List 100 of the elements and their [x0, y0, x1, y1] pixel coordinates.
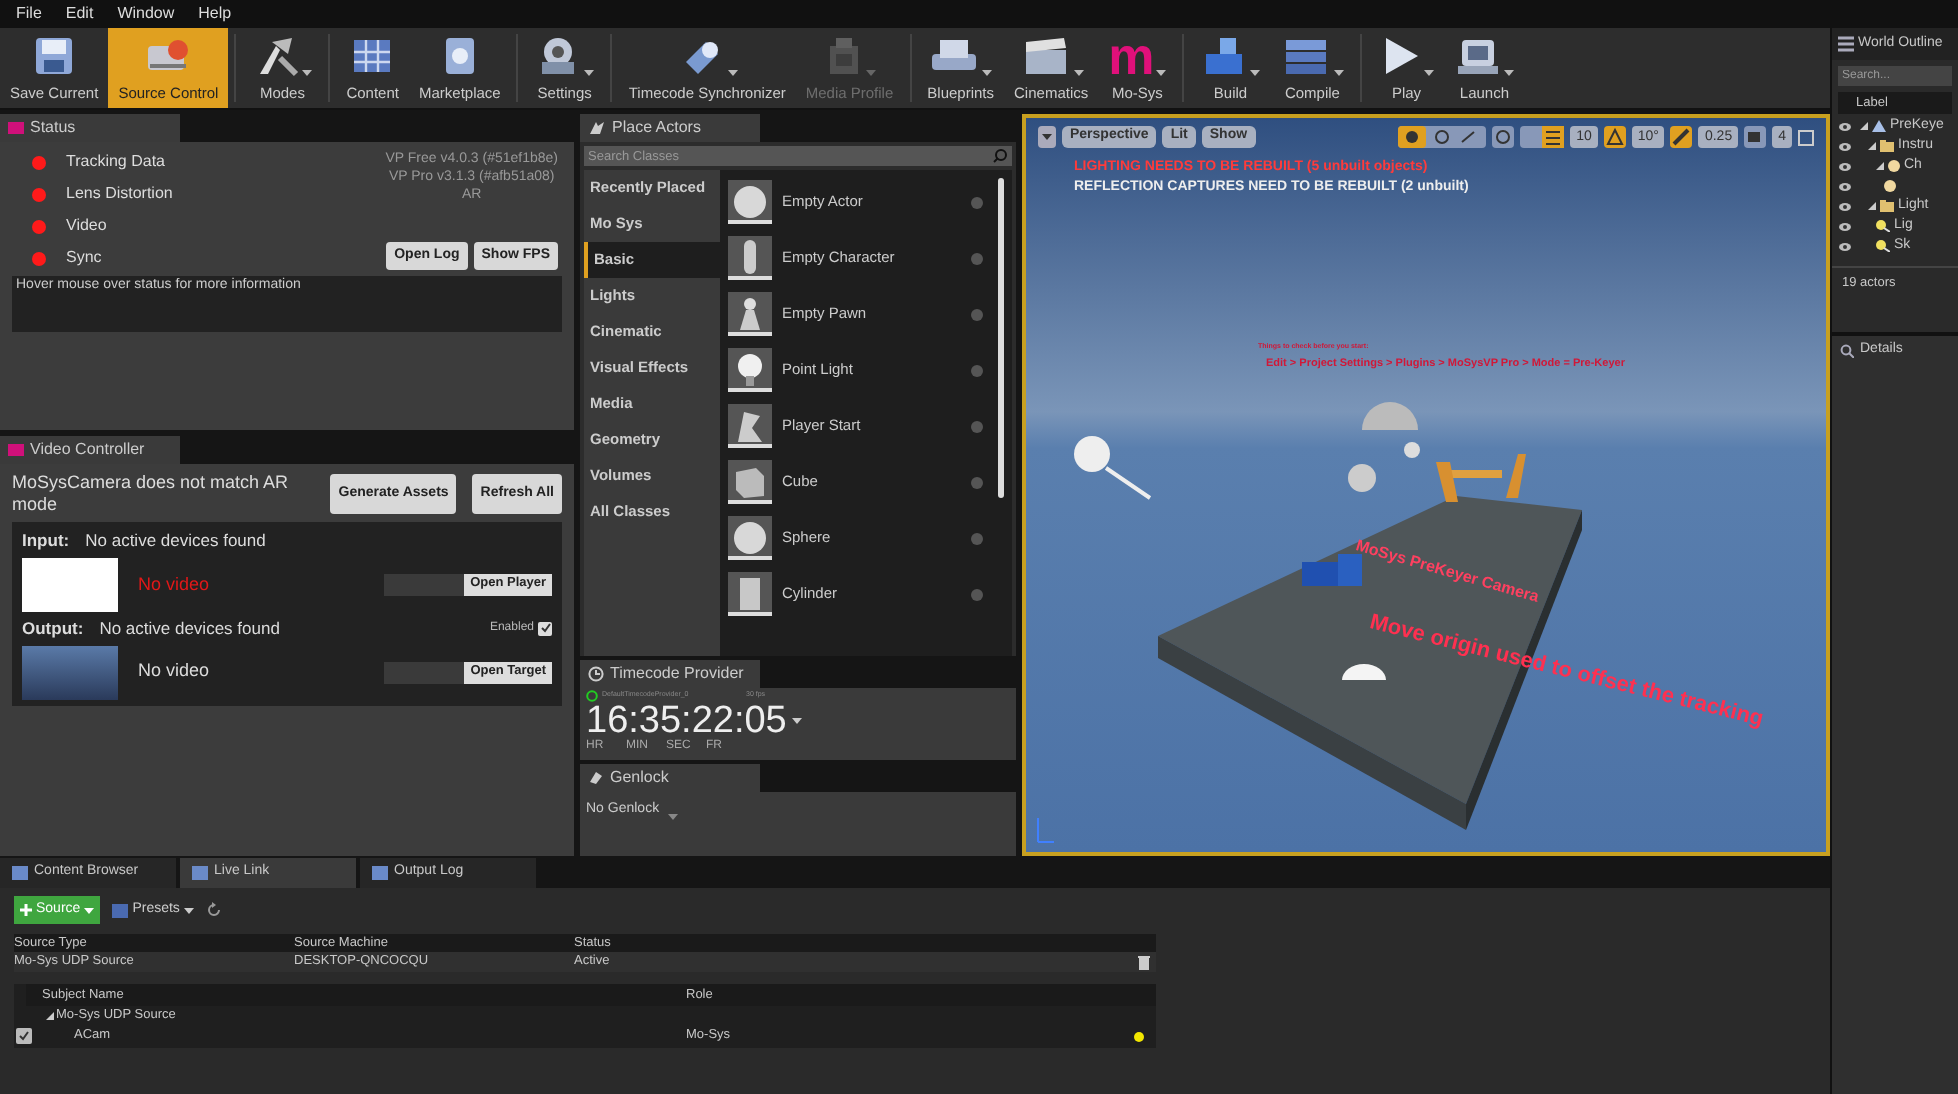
info-icon	[970, 195, 984, 209]
refresh-icon[interactable]	[205, 902, 222, 918]
menu-item[interactable]: Edit	[65, 2, 94, 26]
actor-thumbnail	[728, 572, 772, 616]
menu-item[interactable]: Help	[198, 2, 232, 26]
video-status: No video	[138, 571, 212, 597]
panel-tab[interactable]: Timecode Provider	[580, 660, 760, 688]
expander-icon[interactable]	[1876, 162, 1884, 170]
info-icon	[970, 419, 984, 433]
transform-tools-icon[interactable]	[1398, 126, 1487, 148]
info-icon	[970, 307, 984, 321]
status-label: Video	[66, 214, 107, 238]
light-icon	[1876, 240, 1890, 252]
actor-thumbnail	[728, 292, 772, 336]
list-icon	[1838, 36, 1854, 52]
eye-icon[interactable]	[1838, 141, 1852, 151]
eye-icon[interactable]	[1838, 221, 1852, 231]
eye-icon[interactable]	[1838, 121, 1852, 131]
eye-icon[interactable]	[1838, 161, 1852, 171]
logo-letter: m	[1108, 33, 1155, 78]
scene-label: Move origin used to offset the tracking	[1366, 608, 1767, 736]
status-label: Tracking Data	[66, 150, 165, 174]
grid-snap-icon[interactable]	[1520, 126, 1565, 148]
actor-thumbnail	[728, 236, 772, 280]
timecode-display: 16:35:22:05	[586, 702, 787, 740]
light-icon	[1074, 436, 1152, 500]
tab-icon	[372, 866, 388, 880]
device-status: No active devices found	[85, 528, 266, 554]
check-icon	[539, 622, 551, 635]
presets-icon	[112, 903, 129, 917]
info-icon	[970, 475, 984, 489]
eye-icon[interactable]	[1838, 241, 1852, 251]
info-icon	[970, 587, 984, 601]
search-icon	[992, 148, 1008, 164]
folder-icon	[1880, 140, 1894, 152]
panel-icon	[588, 770, 604, 786]
axis-icon	[1036, 816, 1056, 844]
caret-icon	[183, 907, 194, 913]
device-status: No active devices found	[99, 615, 280, 641]
eye-icon[interactable]	[1838, 181, 1852, 191]
actor-thumbnail	[728, 460, 772, 504]
globe-icon[interactable]	[1492, 126, 1515, 148]
caret-icon	[667, 813, 678, 820]
panel-icon	[8, 122, 24, 134]
plus-icon	[20, 904, 32, 916]
menu-item[interactable]: Window	[117, 2, 175, 26]
actor-thumbnail	[728, 180, 772, 224]
video-preview	[22, 557, 118, 612]
save-icon	[32, 33, 77, 78]
search-icon	[1840, 343, 1854, 357]
sphere-drawing	[1404, 442, 1420, 458]
panel-tab[interactable]: Place Actors	[580, 114, 760, 142]
expander-icon[interactable]	[46, 1011, 54, 1019]
enabled-checkbox[interactable]	[538, 621, 552, 636]
status-label: Sync	[66, 246, 102, 270]
check-icon	[18, 1030, 30, 1042]
dome-drawing	[1362, 402, 1418, 430]
caret-icon	[84, 907, 95, 913]
eye-icon[interactable]	[1838, 201, 1852, 211]
folder-icon	[1880, 200, 1894, 212]
photo-placeholder	[22, 645, 118, 699]
expander-icon[interactable]	[1868, 202, 1876, 210]
info-icon	[970, 251, 984, 265]
panel-tab[interactable]: Status	[0, 114, 180, 142]
actor-thumbnail	[728, 516, 772, 560]
panel-icon	[588, 666, 604, 682]
video-status: No video	[138, 658, 212, 685]
caret-icon[interactable]	[1038, 126, 1056, 148]
viewport[interactable]	[1022, 114, 1830, 856]
light-icon	[1876, 220, 1890, 232]
warning-message: MoSysCamera does not match AR mode	[12, 472, 291, 516]
menu-item[interactable]: File	[16, 2, 42, 26]
sphere-drawing	[1348, 464, 1376, 492]
caret-icon	[792, 718, 803, 724]
panel-icon	[588, 120, 606, 136]
scrollbar[interactable]	[998, 178, 1004, 498]
panel-tab[interactable]: Video Controller	[0, 436, 180, 464]
actor-thumbnail	[728, 404, 772, 448]
expander-icon[interactable]	[1860, 122, 1868, 130]
status-label: Lens Distortion	[66, 182, 173, 206]
sync-status-icon	[586, 689, 598, 701]
rotation-snap-icon[interactable]	[1603, 126, 1626, 148]
trash-icon[interactable]	[1138, 955, 1150, 969]
device-label: Input:	[22, 528, 70, 554]
tab-icon	[12, 866, 28, 880]
camera-speed-icon[interactable]	[1744, 126, 1767, 148]
table-and-chairs-drawing	[1434, 450, 1530, 506]
expander-icon[interactable]	[1868, 142, 1876, 150]
info-icon	[970, 363, 984, 377]
panel-tab[interactable]: Genlock	[580, 764, 760, 792]
maximize-icon[interactable]	[1798, 129, 1814, 145]
dome-drawing	[1342, 664, 1386, 680]
subject-checkbox[interactable]	[16, 1028, 32, 1044]
info-icon	[970, 531, 984, 545]
tab-icon	[192, 866, 208, 880]
scale-snap-icon[interactable]	[1670, 126, 1693, 148]
level-icon	[1872, 120, 1886, 132]
device-label: Output:	[22, 615, 84, 641]
actor-thumbnail	[728, 348, 772, 392]
panel-icon	[8, 444, 24, 456]
